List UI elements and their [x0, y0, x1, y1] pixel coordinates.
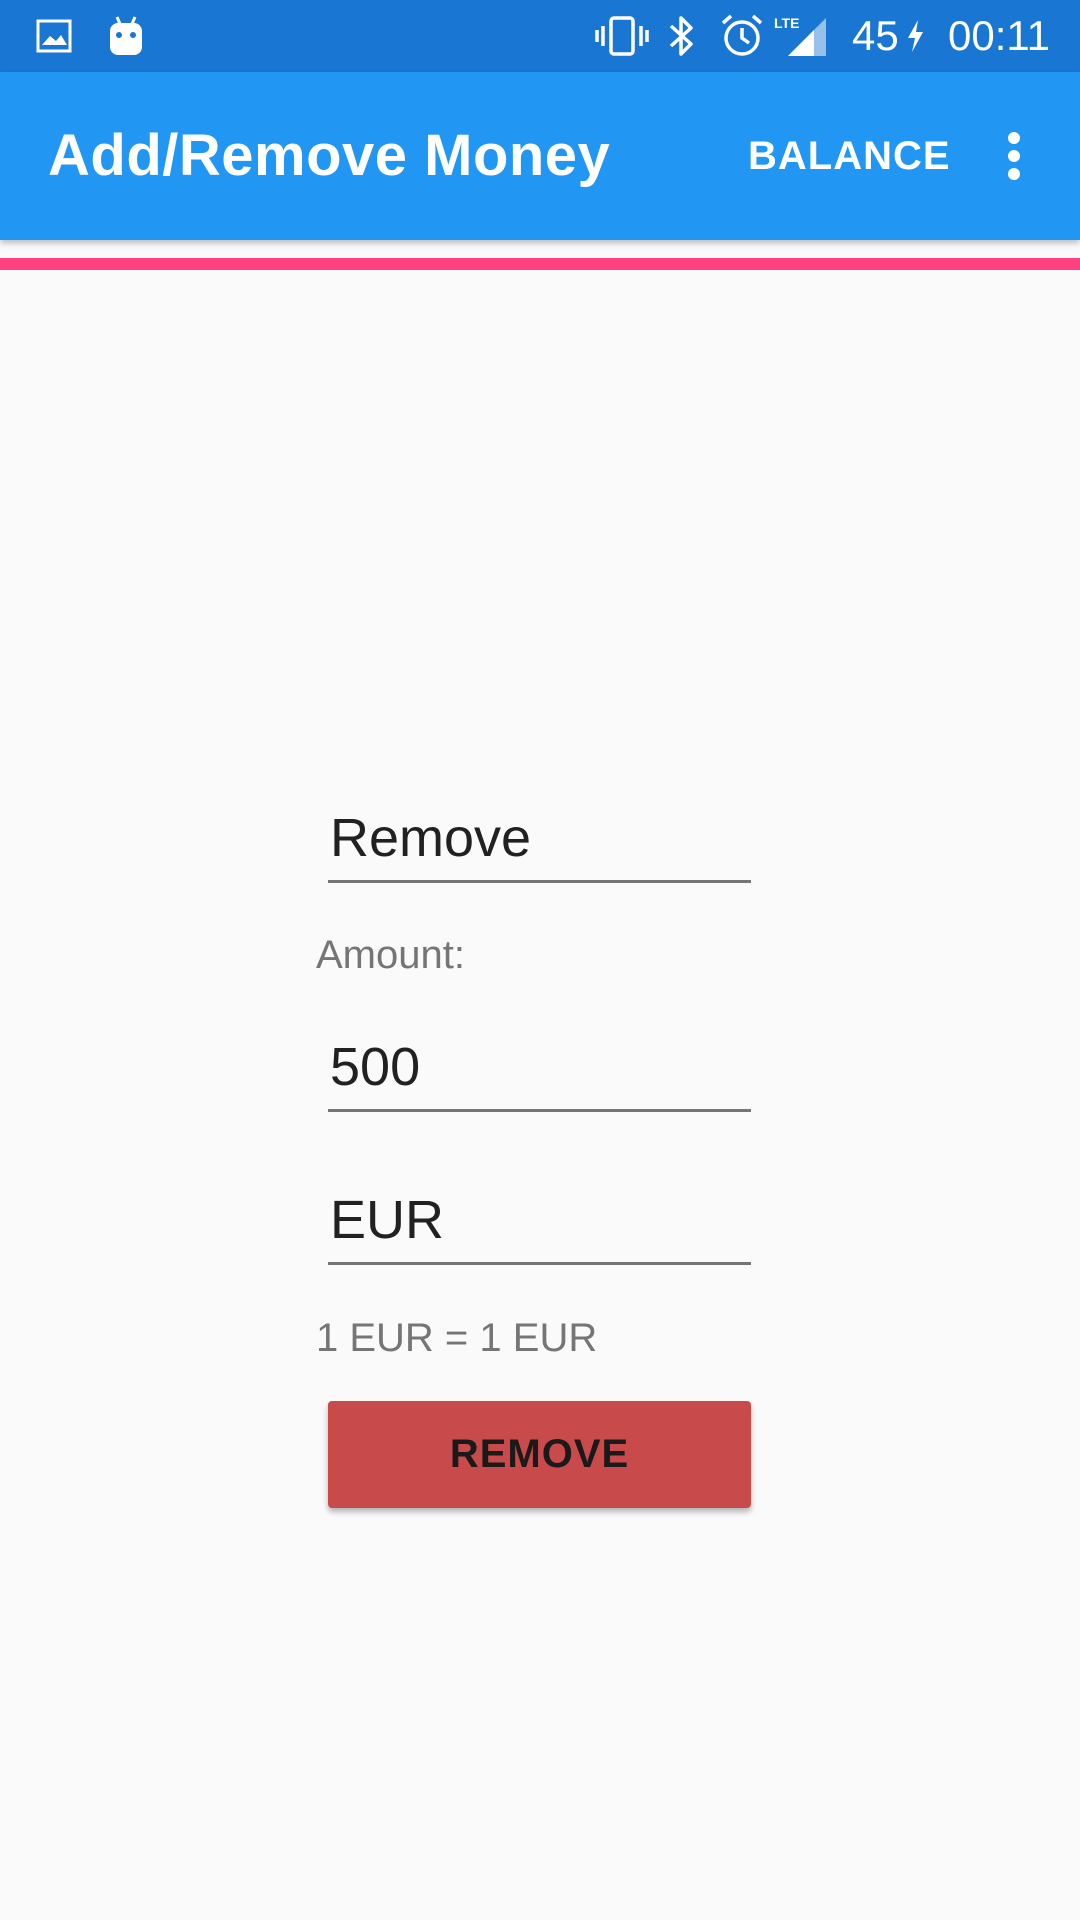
lte-label: LTE — [774, 15, 799, 31]
vibrate-icon — [594, 14, 650, 58]
charging-icon — [904, 14, 926, 58]
page-title: Add/Remove Money — [48, 123, 611, 188]
accent-divider — [0, 258, 1080, 270]
clock: 00:11 — [948, 12, 1050, 59]
balance-button[interactable]: BALANCE — [732, 124, 967, 188]
amount-input[interactable]: 500 — [328, 1035, 751, 1112]
battery-level: 45 — [852, 12, 899, 59]
currency-field[interactable]: EUR — [328, 1188, 751, 1265]
alarm-icon — [718, 14, 766, 58]
app-bar: Add/Remove Money BALANCE — [0, 72, 1080, 240]
amount-value: 500 — [330, 1037, 421, 1097]
operation-field[interactable]: Remove — [328, 806, 751, 883]
amount-label: Amount: — [316, 933, 465, 977]
operation-value: Remove — [330, 808, 532, 868]
bluetooth-icon — [664, 14, 700, 58]
currency-value: EUR — [330, 1190, 445, 1250]
more-vert-icon[interactable] — [988, 124, 1040, 188]
android-icon — [106, 14, 146, 58]
image-icon — [34, 14, 74, 58]
lte-signal-icon: LTE — [774, 14, 828, 58]
remove-button[interactable]: REMOVE — [328, 1401, 751, 1508]
status-bar: LTE 45 00:11 — [0, 0, 1080, 72]
exchange-rate-text: 1 EUR = 1 EUR — [316, 1316, 598, 1360]
